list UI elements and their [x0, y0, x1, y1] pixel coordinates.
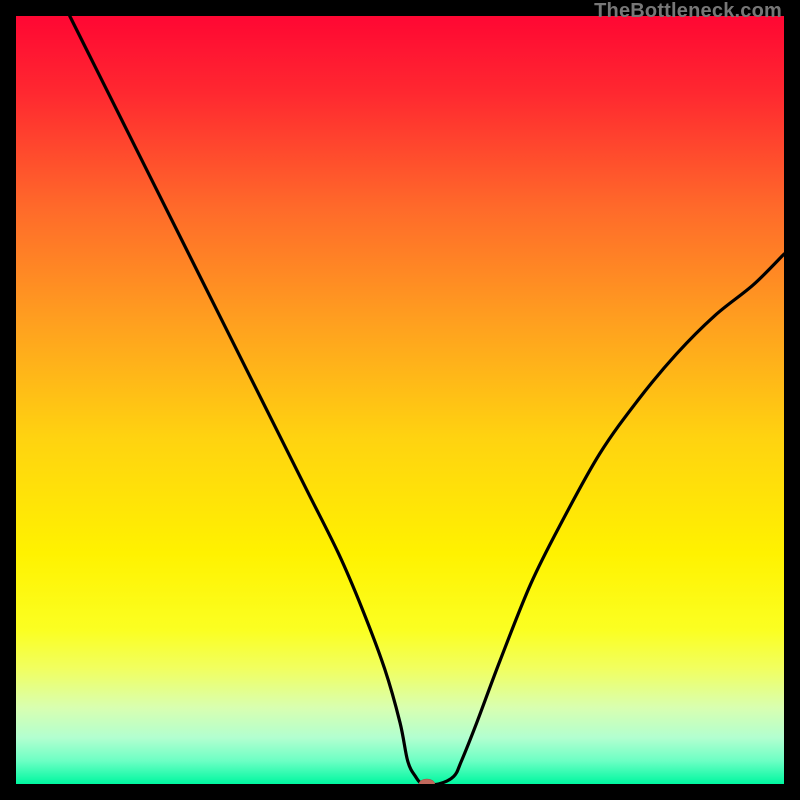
chart-svg [16, 16, 784, 784]
chart-container: TheBottleneck.com [0, 0, 800, 800]
gradient-background [16, 16, 784, 784]
plot-area [16, 16, 784, 784]
watermark-text: TheBottleneck.com [594, 0, 782, 23]
